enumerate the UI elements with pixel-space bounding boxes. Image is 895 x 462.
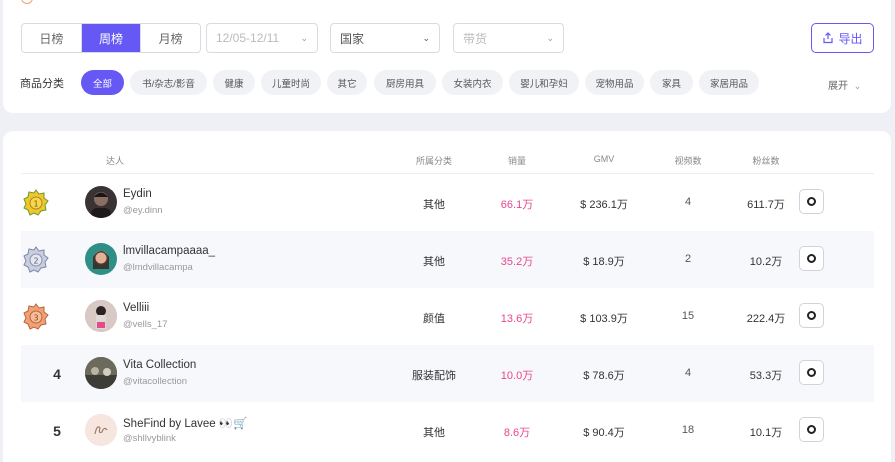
- header-gmv: GMV: [593, 154, 615, 164]
- category-chip-all[interactable]: 全部: [81, 70, 124, 95]
- videos-cell: 4: [684, 367, 692, 379]
- date-range-value: 12/05-12/11: [216, 31, 280, 45]
- expand-label: 展开: [828, 81, 848, 92]
- category-cell: 服装配饰: [412, 370, 456, 382]
- influencer-name[interactable]: Velliii: [123, 302, 149, 314]
- category-select[interactable]: 带货 ⌄: [453, 23, 564, 53]
- header-videos: 视频数: [674, 156, 702, 166]
- fans-cell: 10.2万: [749, 256, 783, 268]
- header-fans: 粉丝数: [752, 156, 780, 166]
- category-chip-other[interactable]: 其它: [327, 70, 367, 95]
- avatar: [85, 300, 117, 332]
- influencer-handle: @shllvyblink: [123, 433, 176, 444]
- rank-number: 5: [53, 423, 61, 439]
- gold-medal-icon: 1: [23, 189, 49, 216]
- category-chip-kitchen[interactable]: 厨房用具: [374, 70, 436, 95]
- tab-daily[interactable]: 日榜: [22, 24, 82, 52]
- sales-cell: 13.6万: [500, 313, 534, 325]
- category-filter-label: 商品分类: [20, 78, 64, 90]
- tab-monthly[interactable]: 月榜: [141, 24, 200, 52]
- category-cell: 颜值: [423, 313, 445, 325]
- chevron-down-icon: ⌄: [853, 81, 862, 91]
- category-select-value: 带货: [463, 31, 488, 46]
- influencer-handle: @vitacollection: [123, 376, 188, 387]
- header-category: 所属分类: [415, 156, 453, 166]
- chevron-down-icon: ⌄: [300, 32, 308, 43]
- category-chip-furniture[interactable]: 家具: [650, 70, 693, 95]
- circle-icon: [807, 254, 816, 263]
- avatar: [85, 243, 117, 275]
- svg-text:3: 3: [33, 314, 38, 323]
- influencer-handle: @vells_17: [123, 319, 168, 330]
- expand-toggle[interactable]: 展开 ⌄: [828, 77, 861, 92]
- period-segment: 日榜 周榜 月榜: [21, 23, 201, 53]
- category-chip-books[interactable]: 书/杂志/影音: [130, 70, 207, 95]
- header-sales: 销量: [507, 156, 527, 166]
- silver-medal-icon: 2: [23, 246, 49, 273]
- category-chip-home[interactable]: 家居用品: [699, 70, 759, 95]
- detail-button[interactable]: [799, 246, 824, 271]
- category-chip-health[interactable]: 健康: [213, 70, 255, 95]
- gmv-cell: $ 78.6万: [583, 370, 625, 382]
- table-row[interactable]: [21, 174, 874, 231]
- influencer-name[interactable]: Eydin: [123, 188, 152, 200]
- detail-button[interactable]: [799, 417, 824, 442]
- sales-cell: 35.2万: [500, 256, 534, 268]
- gmv-cell: $ 103.9万: [580, 313, 628, 325]
- avatar: [85, 414, 117, 446]
- videos-cell: 4: [684, 196, 692, 208]
- influencer-handle: @lmdvillacampa: [123, 262, 193, 273]
- category-chip-womens-wear[interactable]: 女装内衣: [442, 70, 503, 95]
- header-influencer: 达人: [106, 156, 125, 166]
- bronze-medal-icon: 3: [23, 303, 49, 330]
- export-label: 导出: [838, 31, 863, 46]
- table-row[interactable]: [21, 402, 874, 459]
- sales-cell: 10.0万: [500, 370, 534, 382]
- category-chip-pets[interactable]: 宠物用品: [585, 70, 644, 95]
- detail-button[interactable]: [799, 303, 824, 328]
- rank-number: 4: [53, 366, 61, 382]
- videos-cell: 18: [681, 424, 695, 436]
- avatar: [85, 357, 117, 389]
- videos-cell: 2: [684, 253, 692, 265]
- svg-text:2: 2: [33, 257, 38, 266]
- svg-text:1: 1: [33, 200, 38, 209]
- gmv-cell: $ 18.9万: [583, 256, 625, 268]
- videos-cell: 15: [681, 310, 695, 322]
- sales-cell: 8.6万: [503, 427, 531, 439]
- fans-cell: 611.7万: [747, 199, 785, 211]
- chevron-down-icon: ⌄: [546, 32, 554, 43]
- influencer-name[interactable]: lmvillacampaaaa_: [123, 245, 215, 257]
- filter-card: [3, 0, 891, 113]
- chevron-down-icon: ⌄: [422, 32, 430, 43]
- circle-icon: [807, 197, 816, 206]
- table-row[interactable]: [21, 231, 874, 288]
- fans-cell: 53.3万: [749, 370, 783, 382]
- gmv-cell: $ 236.1万: [580, 199, 628, 211]
- fans-cell: 10.1万: [749, 427, 783, 439]
- export-icon: [823, 32, 834, 44]
- detail-button[interactable]: [799, 189, 824, 214]
- sales-cell: 66.1万: [500, 199, 534, 211]
- category-cell: 其他: [423, 256, 445, 268]
- detail-button[interactable]: [799, 360, 824, 385]
- circle-icon: [807, 425, 816, 434]
- country-select[interactable]: 国家 ⌄: [330, 23, 440, 53]
- export-button[interactable]: 导出: [811, 23, 874, 53]
- category-cell: 其他: [423, 427, 445, 439]
- category-chip-kids-fashion[interactable]: 儿童时尚: [261, 70, 321, 95]
- circle-icon: [807, 311, 816, 320]
- fans-cell: 222.4万: [746, 313, 786, 325]
- circle-icon: [807, 368, 816, 377]
- category-cell: 其他: [423, 199, 445, 211]
- gmv-cell: $ 90.4万: [583, 427, 625, 439]
- date-range-select[interactable]: 12/05-12/11 ⌄: [206, 23, 318, 53]
- influencer-name[interactable]: Vita Collection: [123, 359, 196, 371]
- influencer-handle: @ey.dinn: [123, 205, 163, 216]
- tab-weekly[interactable]: 周榜: [81, 24, 142, 52]
- avatar: [85, 186, 117, 218]
- country-value: 国家: [340, 31, 365, 46]
- influencer-name[interactable]: SheFind by Lavee 👀🛒: [123, 416, 248, 430]
- category-chip-baby[interactable]: 婴儿和孕妇: [509, 70, 579, 95]
